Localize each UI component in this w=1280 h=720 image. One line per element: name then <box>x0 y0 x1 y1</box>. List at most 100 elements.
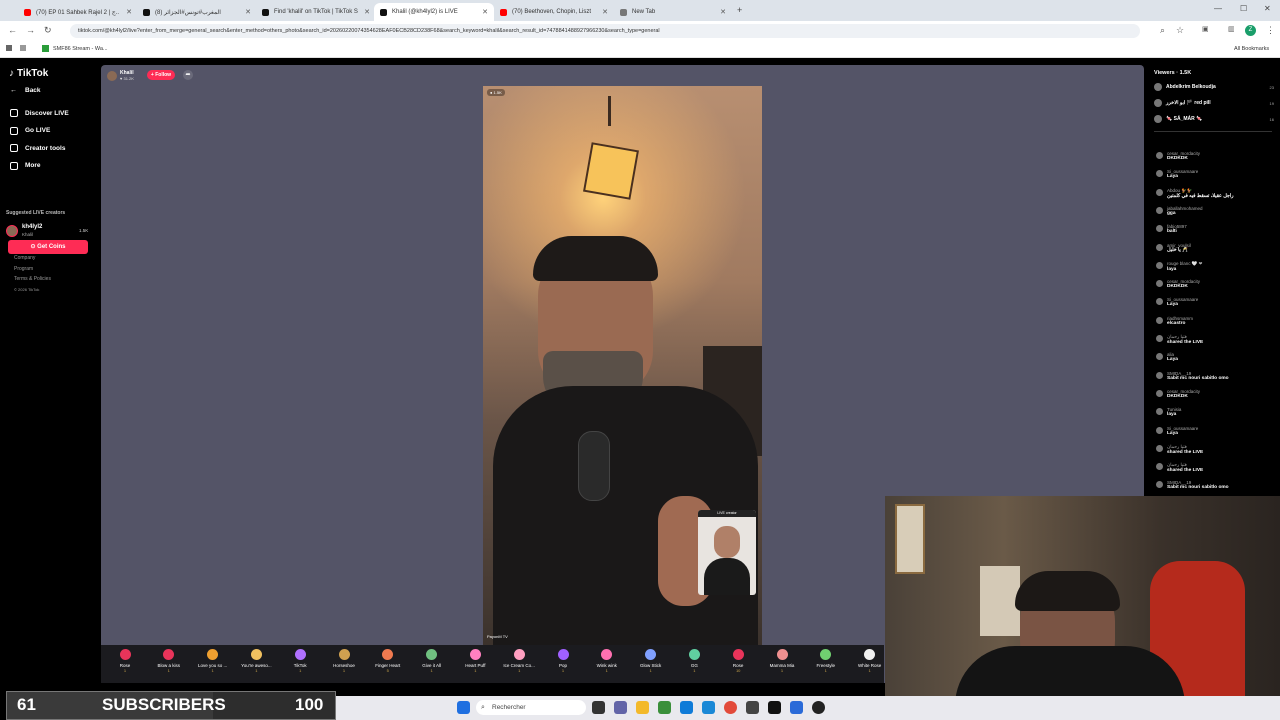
teams-icon[interactable] <box>614 701 627 714</box>
gift-item[interactable]: White Rose 1 <box>850 649 890 673</box>
nav-discover-live[interactable]: Discover LIVE <box>10 109 69 117</box>
sidepanel-icon[interactable]: ▥ <box>1228 25 1235 33</box>
gift-item[interactable]: TikTok 1 <box>280 649 320 673</box>
browser-tab[interactable]: (70) EP 01 Sahbek Rajel 2 | ج.. ✕ <box>18 3 138 21</box>
gift-item[interactable]: Glow Stick 1 <box>631 649 671 673</box>
chat-user[interactable]: amir_voulsil <box>1167 243 1191 248</box>
zoom-icon[interactable]: ⌕ <box>1160 25 1165 36</box>
forward-arrow-icon[interactable]: → <box>26 25 35 35</box>
tab-favicon-icon <box>620 8 627 16</box>
chat-user[interactable]: rouge blanc 🤍 ❤ <box>1167 261 1202 267</box>
browser-tab[interactable]: Find 'khalil' on TikTok | TikTok S ✕ <box>256 3 376 21</box>
avatar <box>1156 280 1163 288</box>
bookmarks-bar: SMF86 Stream - Wa... All Bookmarks <box>0 41 1280 58</box>
browser-tab[interactable]: New Tab ✕ <box>614 3 732 21</box>
gift-item[interactable]: Give it All 1 <box>412 649 452 673</box>
back-link[interactable]: ← Back <box>10 87 41 94</box>
grid-icon[interactable] <box>20 45 26 51</box>
footer-link[interactable]: Terms & Policies <box>14 276 51 282</box>
live-video[interactable]: ● 1.5K LIVE creator PayonM TV <box>483 86 762 645</box>
top-viewer[interactable]: 🍬 SÁ_MÁR 🍬 16 <box>1154 115 1274 123</box>
edge-icon[interactable] <box>680 701 693 714</box>
menu-kebab-icon[interactable]: ⋮ <box>1266 25 1275 36</box>
browser-tab[interactable]: المغرب#تونس#الجزائر (8) ✕ <box>137 3 257 21</box>
gift-item[interactable]: Ice Cream Co... 1 <box>499 649 539 673</box>
suggested-creator[interactable]: kh4lyl2 Khalil 1.5K <box>6 224 94 240</box>
gift-item[interactable]: Wink wink 1 <box>587 649 627 673</box>
gift-item[interactable]: Horseshoe 1 <box>324 649 364 673</box>
host-avatar[interactable] <box>107 71 117 81</box>
gift-item[interactable]: Mamma Mia 1 <box>762 649 802 673</box>
get-coins-button[interactable]: ⊙ Get Coins <box>8 240 88 254</box>
creator-tools-icon <box>10 144 18 152</box>
store-icon[interactable] <box>658 701 671 714</box>
chat-text: shared the LIVE <box>1167 468 1204 474</box>
gift-item[interactable]: Blow a kiss 1 <box>149 649 189 673</box>
gift-item[interactable]: Freestyle 1 <box>806 649 846 673</box>
tab-close-icon[interactable]: ✕ <box>602 8 608 16</box>
minimize-icon[interactable]: — <box>1214 4 1222 13</box>
browser-tab[interactable]: Khalil (@kh4lyl2) is LIVE ✕ <box>374 3 494 21</box>
mail-icon[interactable] <box>702 701 715 714</box>
app-dark-icon[interactable] <box>812 701 825 714</box>
chat-user[interactable]: Si_oussamaare <box>1167 426 1198 431</box>
bookmark-star-icon[interactable]: ☆ <box>1176 25 1184 36</box>
top-viewer[interactable]: ابو الاخرر 🏴 red pill 19 <box>1154 99 1274 107</box>
gift-item[interactable]: Rose 10 <box>718 649 758 673</box>
tab-title: (70) Beethoven, Chopin, Liszt <box>512 9 592 15</box>
chat-message: فتيا رحمان shared the LIVE <box>1156 462 1203 473</box>
tab-close-icon[interactable]: ✕ <box>720 8 726 16</box>
footer-link[interactable]: Program <box>14 266 33 272</box>
gift-item[interactable]: Rose 1 <box>105 649 145 673</box>
co-host-window[interactable]: LIVE creator <box>698 510 756 595</box>
chat-user[interactable]: riadhsmamm <box>1167 316 1193 321</box>
gift-item[interactable]: You're aweso... 1 <box>236 649 276 673</box>
reload-icon[interactable]: ↻ <box>44 25 52 36</box>
more-icon <box>10 161 18 170</box>
follow-button[interactable]: + Follow <box>147 70 175 80</box>
nav-go-live[interactable]: Go LIVE <box>10 126 50 135</box>
file-explorer-icon[interactable] <box>636 701 649 714</box>
viewer-score: 23 <box>1269 84 1274 90</box>
tab-close-icon[interactable]: ✕ <box>364 8 370 16</box>
share-icon[interactable]: ➦ <box>183 70 193 80</box>
tab-close-icon[interactable]: ✕ <box>482 8 488 16</box>
extensions-icon[interactable]: ▣ <box>1202 25 1209 33</box>
back-arrow-icon[interactable]: ← <box>8 25 17 35</box>
top-viewer[interactable]: Abdelkrim Belkoudja 23 <box>1154 83 1274 91</box>
chat-message: cesar_mordacity DKDKDK <box>1156 279 1200 289</box>
gift-item[interactable]: Love you so ... 1 <box>193 649 233 673</box>
gift-item[interactable]: Heart Puff 1 <box>455 649 495 673</box>
maximize-icon[interactable]: ☐ <box>1240 4 1247 13</box>
all-bookmarks[interactable]: All Bookmarks <box>1234 46 1269 52</box>
nav-more[interactable]: More <box>10 161 41 170</box>
apps-icon[interactable] <box>6 45 12 51</box>
chrome-icon[interactable] <box>724 701 737 714</box>
app-icon[interactable] <box>746 701 759 714</box>
chat-text: راجل عقيلا، تسقط فيه في كلمتين <box>1167 193 1234 199</box>
viewer-count-badge: ● 1.5K <box>487 89 505 96</box>
close-window-icon[interactable]: ✕ <box>1264 4 1271 13</box>
profile-avatar[interactable]: Z <box>1245 25 1256 36</box>
bookmark-item[interactable]: SMF86 Stream - Wa... <box>53 46 108 52</box>
windows-start-icon[interactable] <box>457 701 470 714</box>
browser-tab[interactable]: (70) Beethoven, Chopin, Liszt ✕ <box>494 3 614 21</box>
tab-close-icon[interactable]: ✕ <box>245 8 251 16</box>
obs-icon[interactable] <box>768 701 781 714</box>
tiktok-logo[interactable]: ♪ TikTok <box>9 68 48 79</box>
nav-creator-tools[interactable]: Creator tools <box>10 144 65 152</box>
taskbar-search[interactable]: ⌕ Rechercher <box>476 700 586 715</box>
gift-icon <box>426 649 438 660</box>
new-tab-button[interactable]: + <box>737 5 742 15</box>
task-view-icon[interactable] <box>592 701 605 714</box>
viewer-score: 19 <box>1269 100 1274 106</box>
url-field[interactable]: tiktok.com/@kh4lyl2/live?enter_from_merg… <box>70 24 1140 38</box>
avatar <box>1156 353 1163 361</box>
app-blue-icon[interactable] <box>790 701 803 714</box>
gift-item[interactable]: Pop 1 <box>543 649 583 673</box>
avatar <box>1156 261 1163 269</box>
footer-link[interactable]: Company <box>14 255 35 261</box>
gift-item[interactable]: GG 1 <box>674 649 714 673</box>
gift-item[interactable]: Finger Heart 5 <box>368 649 408 673</box>
tab-close-icon[interactable]: ✕ <box>126 8 132 16</box>
